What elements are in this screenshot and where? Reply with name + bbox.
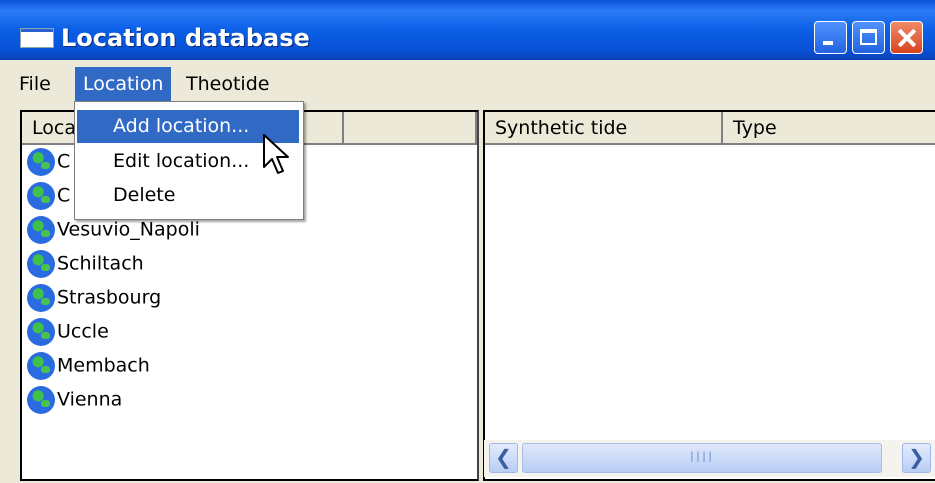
- globe-icon: [27, 317, 55, 346]
- list-item[interactable]: Uccle: [27, 315, 109, 347]
- scroll-right-button[interactable]: ❯: [902, 443, 931, 473]
- column-header-empty[interactable]: [344, 112, 477, 145]
- list-item[interactable]: Strasbourg: [27, 281, 161, 313]
- menu-theotide[interactable]: Theotide: [178, 67, 277, 101]
- scroll-left-button[interactable]: ❮: [489, 443, 518, 473]
- globe-icon: [27, 283, 55, 312]
- close-button[interactable]: [890, 21, 923, 54]
- menu-bar: File Location Theotide: [11, 67, 935, 101]
- window-icon: [20, 28, 54, 48]
- column-header-type[interactable]: Type: [723, 112, 935, 145]
- menu-item-delete[interactable]: Delete: [77, 179, 299, 212]
- globe-icon: [27, 215, 55, 244]
- menu-file[interactable]: File: [11, 67, 59, 101]
- menu-location[interactable]: Location: [75, 67, 172, 101]
- mouse-cursor-icon: [263, 134, 289, 174]
- list-item[interactable]: Vienna: [27, 383, 122, 415]
- column-header-synthetic-tide[interactable]: Synthetic tide: [485, 112, 723, 145]
- list-item[interactable]: Schiltach: [27, 247, 144, 279]
- tide-list-panel: Synthetic tide Type: [483, 110, 935, 481]
- horizontal-scrollbar[interactable]: ❮ IIII ❯: [484, 440, 935, 477]
- window-title: Location database: [61, 24, 310, 52]
- globe-icon: [27, 249, 55, 278]
- globe-icon: [27, 147, 55, 176]
- list-item[interactable]: C: [27, 179, 70, 211]
- list-item[interactable]: C: [27, 145, 70, 177]
- app-window: Location database File Location Theotide…: [0, 0, 935, 483]
- globe-icon: [27, 351, 55, 380]
- maximize-button[interactable]: [852, 21, 885, 54]
- globe-icon: [27, 181, 55, 210]
- list-item[interactable]: Membach: [27, 349, 150, 381]
- globe-icon: [27, 385, 55, 414]
- scrollbar-thumb[interactable]: IIII: [522, 443, 882, 473]
- title-bar[interactable]: Location database: [0, 0, 935, 60]
- minimize-button[interactable]: [814, 21, 847, 54]
